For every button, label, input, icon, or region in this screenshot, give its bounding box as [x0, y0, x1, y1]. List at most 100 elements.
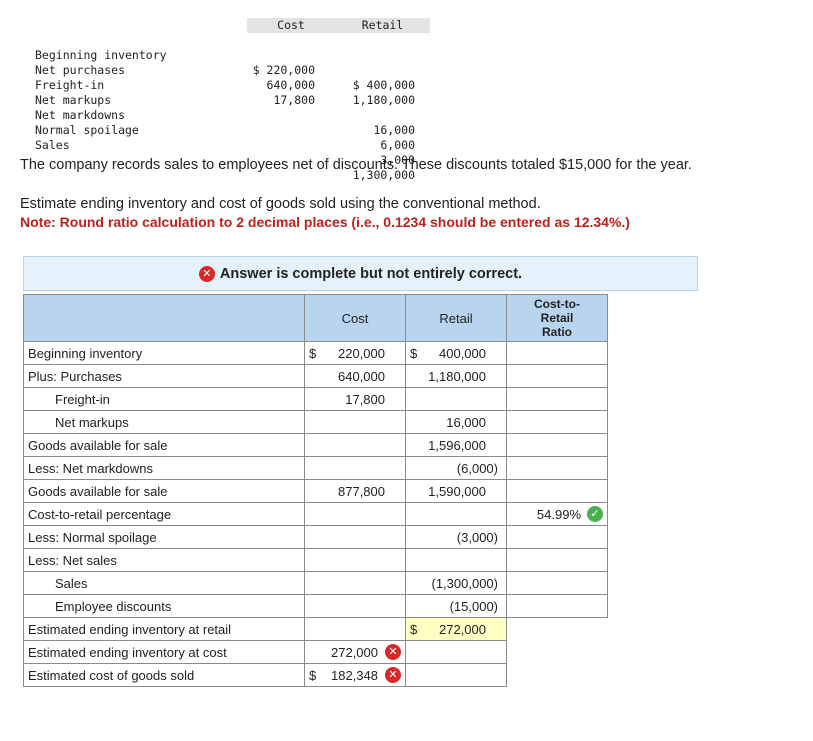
dollar-sign: $ — [410, 621, 418, 637]
row-label: Estimated ending inventory at cost — [23, 640, 305, 664]
ratio-cell — [507, 664, 608, 687]
given-label: Sales — [35, 138, 70, 152]
given-row: Normal spoilage 3,000 — [33, 108, 415, 167]
cost-input[interactable]: 640,000 — [304, 364, 406, 388]
row-label: Goods available for sale — [23, 433, 305, 457]
retail-value: 272,000 — [439, 621, 486, 637]
given-retail: 6,000 — [380, 138, 415, 152]
retail-value: 16,000 — [446, 414, 486, 430]
retail-value: 1,596,000 — [428, 437, 486, 453]
row-label: Estimated ending inventory at retail — [23, 617, 305, 641]
retail-input[interactable]: (6,000) — [405, 456, 507, 480]
row-label: Freight-in — [23, 387, 305, 411]
retail-input[interactable]: $400,000 — [405, 341, 507, 365]
retail-input[interactable]: 1,180,000 — [405, 364, 507, 388]
retail-value: 1,180,000 — [428, 368, 486, 384]
ratio-input[interactable]: 54.99% ✓ — [506, 502, 608, 526]
cost-input[interactable] — [304, 502, 406, 526]
row-label: Beginning inventory — [23, 341, 305, 365]
given-row: Freight-in 17,800 — [33, 63, 315, 107]
instruction-text: Estimate ending inventory and cost of go… — [20, 196, 541, 212]
ratio-cell — [506, 364, 608, 388]
retail-input[interactable] — [405, 663, 507, 687]
retail-input[interactable] — [405, 640, 507, 664]
given-row: Net purchases 640,000 1,180,000 — [33, 48, 415, 107]
table-row: Goods available for sale 877,800 1,590,0… — [23, 479, 608, 503]
cost-input[interactable]: 877,800 — [304, 479, 406, 503]
retail-input[interactable]: (3,000) — [405, 525, 507, 549]
retail-input[interactable] — [405, 548, 507, 572]
table-row: Estimated ending inventory at cost 272,0… — [23, 640, 608, 664]
given-retail: 16,000 — [373, 123, 415, 137]
cost-input[interactable] — [304, 433, 406, 457]
table-row: Sales (1,300,000) — [23, 571, 608, 595]
retail-input[interactable] — [405, 387, 507, 411]
table-row: Goods available for sale 1,596,000 — [23, 433, 608, 457]
retail-input[interactable] — [405, 502, 507, 526]
retail-input[interactable]: (1,300,000) — [405, 571, 507, 595]
cost-value: 272,000 — [331, 644, 378, 660]
row-label: Sales — [23, 571, 305, 595]
cost-input[interactable] — [304, 594, 406, 618]
table-row: Less: Normal spoilage (3,000) — [23, 525, 608, 549]
table-row: Cost-to-retail percentage 54.99% ✓ — [23, 502, 608, 526]
cost-value: 220,000 — [338, 345, 385, 361]
row-label: Employee discounts — [23, 594, 305, 618]
cost-value: 17,800 — [345, 391, 385, 407]
retail-input[interactable]: 1,590,000 — [405, 479, 507, 503]
table-header-row: Cost Retail Cost-to- Retail Ratio — [23, 294, 608, 342]
rounding-note: Note: Round ratio calculation to 2 decim… — [20, 214, 630, 230]
ratio-cell — [506, 548, 608, 572]
retail-input[interactable]: 1,596,000 — [405, 433, 507, 457]
retail-value: (3,000) — [456, 529, 498, 545]
given-cost: 17,800 — [273, 93, 315, 107]
cost-value: 182,348 — [331, 667, 378, 683]
row-label: Estimated cost of goods sold — [23, 663, 305, 687]
table-row: Less: Net markdowns (6,000) — [23, 456, 608, 480]
cost-input[interactable] — [304, 525, 406, 549]
ratio-cell — [506, 410, 608, 434]
cost-value: 877,800 — [338, 483, 385, 499]
ratio-cell — [507, 618, 608, 641]
retail-input[interactable]: 16,000 — [405, 410, 507, 434]
ratio-cell — [506, 571, 608, 595]
given-cost: $ 220,000 — [252, 63, 315, 77]
ratio-cell — [506, 456, 608, 480]
cost-input[interactable] — [304, 571, 406, 595]
cost-input[interactable]: $220,000 — [304, 341, 406, 365]
table-row: Employee discounts (15,000) — [23, 594, 608, 618]
ratio-cell — [506, 387, 608, 411]
row-label: Cost-to-retail percentage — [23, 502, 305, 526]
header-ratio: Cost-to- Retail Ratio — [506, 294, 608, 342]
problem-statement: The company records sales to employees n… — [20, 157, 692, 173]
given-row: Net markdowns 6,000 — [33, 93, 415, 152]
row-label: Goods available for sale — [23, 479, 305, 503]
table-row: Plus: Purchases 640,000 1,180,000 — [23, 364, 608, 388]
ratio-cell — [506, 525, 608, 549]
dollar-sign: $ — [309, 345, 317, 361]
given-cost-header: Cost — [277, 18, 305, 32]
table-row: Beginning inventory $220,000 $400,000 — [23, 341, 608, 365]
table-row: Less: Net sales — [23, 548, 608, 572]
ratio-cell — [506, 341, 608, 365]
cost-input[interactable]: 272,000 ✕ — [304, 640, 406, 664]
ratio-cell — [506, 433, 608, 457]
retail-value: (1,300,000) — [431, 575, 499, 591]
row-label: Less: Normal spoilage — [23, 525, 305, 549]
ratio-cell — [506, 479, 608, 503]
cost-input[interactable] — [304, 548, 406, 572]
cost-input[interactable] — [304, 617, 406, 641]
cost-input[interactable]: 17,800 — [304, 387, 406, 411]
given-cost: 640,000 — [266, 78, 315, 92]
ratio-cell — [507, 641, 608, 664]
retail-input[interactable]: (15,000) — [405, 594, 507, 618]
retail-value: 1,590,000 — [428, 483, 486, 499]
table-row: Estimated ending inventory at retail $27… — [23, 617, 608, 641]
cost-input[interactable] — [304, 456, 406, 480]
header-blank — [23, 294, 305, 342]
cost-input[interactable] — [304, 410, 406, 434]
cost-input[interactable]: $182,348 ✕ — [304, 663, 406, 687]
given-retail: $ 400,000 — [352, 78, 415, 92]
check-circle-icon: ✓ — [587, 506, 603, 522]
retail-input[interactable]: $272,000 — [405, 617, 507, 641]
